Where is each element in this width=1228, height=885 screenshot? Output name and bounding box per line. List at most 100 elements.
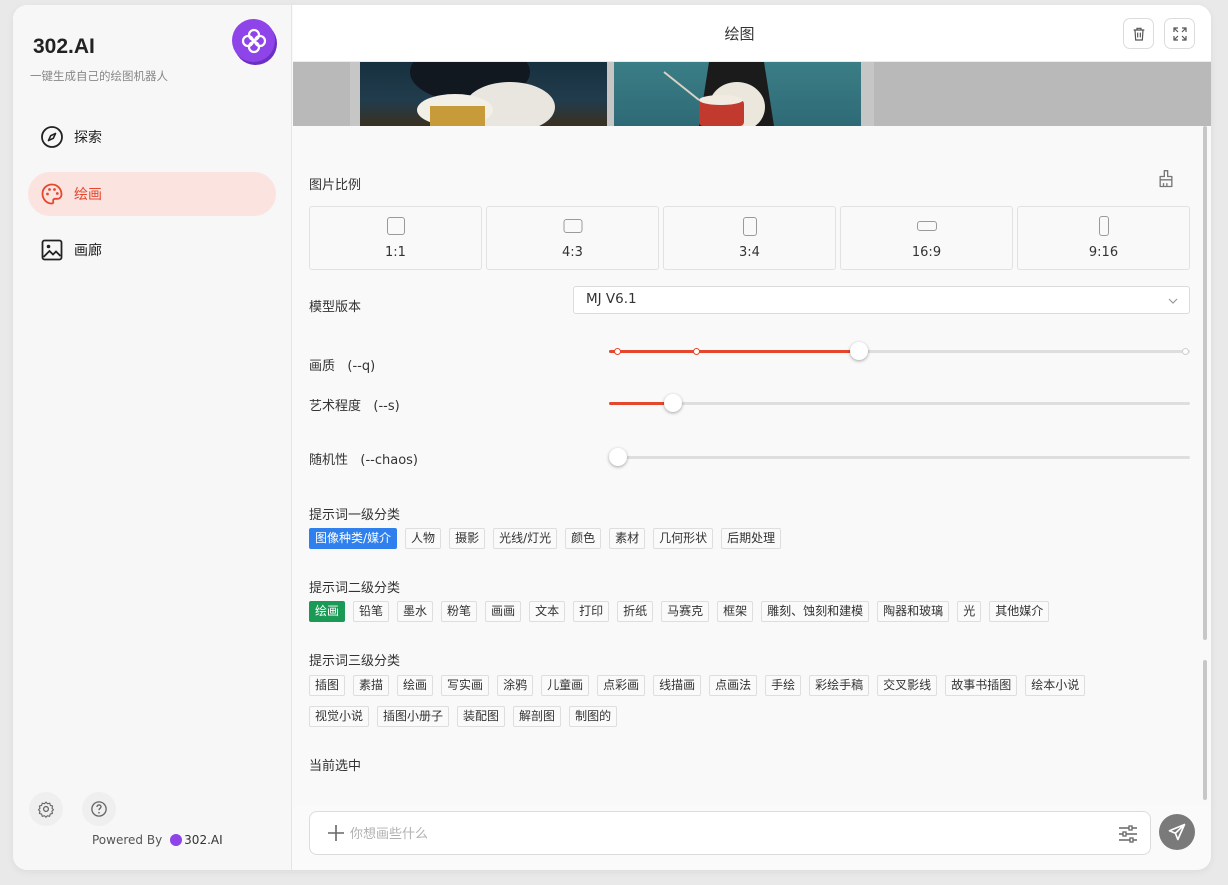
sidebar-item-draw[interactable]: 绘画 — [28, 172, 276, 216]
sidebar-item-gallery[interactable]: 画廊 — [28, 228, 276, 272]
prompt-tag[interactable]: 颜色 — [565, 528, 602, 549]
prompt-tag[interactable]: 制图的 — [569, 706, 618, 727]
prompt-bar — [309, 811, 1151, 855]
level2-tags: 绘画 铅笔 墨水 粉笔 画画 文本 打印 折纸 马赛克 框架 雕刻、蚀刻和建模 陶器和玻璃光其他媒介 — [309, 601, 1199, 622]
prompt-tag[interactable]: 文本 — [529, 601, 566, 622]
prompt-tag[interactable]: 粉笔 — [441, 601, 478, 622]
palette-icon — [40, 182, 64, 206]
plus-icon[interactable] — [327, 824, 345, 842]
slider-handle[interactable] — [849, 342, 868, 360]
prompt-tag[interactable]: 摄影 — [449, 528, 486, 549]
prompt-tag[interactable]: 交叉影线 — [877, 675, 938, 696]
prompt-tag[interactable]: 点画法 — [709, 675, 758, 696]
prompt-tag[interactable]: 插图小册子 — [377, 706, 450, 727]
compass-icon — [40, 125, 64, 149]
sidebar-item-label: 探索 — [74, 130, 102, 146]
tall-ratio-icon — [1098, 216, 1109, 236]
powered-brand[interactable]: 302.AI — [184, 833, 222, 847]
prompt-tag[interactable]: 墨水 — [397, 601, 434, 622]
prompt-tag[interactable]: 写实画 — [441, 675, 490, 696]
model-value: MJ V6.1 — [586, 291, 637, 307]
prompt-tag[interactable]: 涂鸦 — [497, 675, 534, 696]
prompt-tag[interactable]: 人物 — [405, 528, 442, 549]
ratio-option-16-9[interactable]: 16:9 — [840, 206, 1013, 270]
prompt-tag[interactable]: 故事书插图 — [945, 675, 1018, 696]
prompt-tag[interactable]: 马赛克 — [661, 601, 710, 622]
prompt-tag[interactable]: 装配图 — [457, 706, 506, 727]
model-select[interactable]: MJ V6.1 — [573, 286, 1190, 314]
prompt-tag[interactable]: 图像种类/媒介 — [309, 528, 398, 549]
page-title: 绘图 — [724, 25, 755, 43]
mini-logo-icon — [170, 834, 183, 846]
prompt-tag[interactable]: 打印 — [573, 601, 610, 622]
prompt-tag[interactable]: 陶器和玻璃 — [877, 601, 950, 622]
expand-icon — [1172, 26, 1187, 41]
chaos-slider[interactable] — [609, 447, 1190, 467]
prompt-tag[interactable]: 铅笔 — [353, 601, 390, 622]
gear-icon — [37, 801, 55, 818]
send-button[interactable] — [1159, 814, 1195, 850]
generated-image[interactable] — [614, 62, 861, 126]
prompt-input[interactable] — [350, 823, 1090, 845]
prompt-tag[interactable]: 手绘 — [765, 675, 802, 696]
slider-handle[interactable] — [609, 448, 627, 466]
sidebar-item-explore[interactable]: 探索 — [28, 115, 276, 159]
ratio-option-4-3[interactable]: 4:3 — [486, 206, 659, 270]
image-gallery — [293, 62, 1211, 126]
prompt-tag[interactable]: 绘画 — [397, 675, 434, 696]
header: 绘图 — [293, 5, 1211, 62]
help-button[interactable] — [82, 792, 116, 826]
level1-label: 提示词一级分类 — [309, 508, 401, 523]
settings-button[interactable] — [29, 792, 63, 826]
prompt-tag[interactable]: 后期处理 — [721, 528, 782, 549]
ratio-option-9-16[interactable]: 9:16 — [1017, 206, 1190, 270]
prompt-tag[interactable]: 绘本小说 — [1025, 675, 1086, 696]
prompt-tag[interactable]: 彩绘手稿 — [809, 675, 870, 696]
sliders-icon[interactable] — [1118, 824, 1138, 844]
stylize-slider[interactable] — [609, 393, 1190, 413]
send-icon — [1168, 823, 1186, 841]
prompt-tag[interactable]: 线描画 — [653, 675, 702, 696]
wide-ratio-icon — [916, 221, 937, 231]
prompt-tag[interactable]: 绘画 — [309, 601, 346, 622]
prompt-tag[interactable]: 素描 — [353, 675, 390, 696]
clear-button[interactable] — [1123, 18, 1154, 49]
prompt-tag[interactable]: 点彩画 — [597, 675, 646, 696]
reset-button[interactable] — [1156, 169, 1176, 189]
scrollbar-lower[interactable] — [1203, 660, 1207, 800]
settings-panel: 图片比例 1:1 4:3 3:4 16:9 9:16 模型版本 MJ V6.1 … — [293, 126, 1211, 806]
selected-label: 当前选中 — [309, 759, 362, 774]
prompt-tag[interactable]: 儿童画 — [541, 675, 590, 696]
prompt-tag[interactable]: 素材 — [609, 528, 646, 549]
sidebar-item-label: 绘画 — [74, 187, 102, 203]
level1-tags: 图像种类/媒介 人物 摄影 光线/灯光 颜色 素材 几何形状 后期处理 — [309, 528, 1199, 549]
slider-handle[interactable] — [663, 394, 682, 412]
prompt-tag[interactable]: 画画 — [485, 601, 522, 622]
scrollbar[interactable] — [1203, 126, 1207, 640]
brand-name: 302.AI — [33, 35, 95, 58]
prompt-tag[interactable]: 解剖图 — [513, 706, 562, 727]
fullscreen-button[interactable] — [1164, 18, 1195, 49]
brand-logo-icon — [232, 19, 275, 62]
main-area: 绘图 图片比例 1:1 4:3 3:4 16:9 9:16 模型版本 MJ V6… — [293, 5, 1211, 870]
prompt-tag[interactable]: 雕刻、蚀刻和建模 — [761, 601, 870, 622]
prompt-tag[interactable]: 光 — [957, 601, 982, 622]
generated-image[interactable] — [360, 62, 607, 126]
prompt-tag[interactable]: 框架 — [717, 601, 754, 622]
app-window: 302.AI 一键生成自己的绘图机器人 探索 绘画 画廊 Powered By … — [13, 5, 1211, 870]
ratio-text: 3:4 — [739, 245, 760, 260]
ratio-option-3-4[interactable]: 3:4 — [663, 206, 836, 270]
powered-by: Powered By 302.AI — [92, 833, 223, 847]
ratio-option-1-1[interactable]: 1:1 — [309, 206, 482, 270]
model-label: 模型版本 — [309, 300, 362, 315]
brand-subtitle: 一键生成自己的绘图机器人 — [30, 69, 168, 83]
prompt-tag[interactable]: 光线/灯光 — [493, 528, 558, 549]
prompt-tag[interactable]: 其他媒介 — [989, 601, 1050, 622]
image-icon — [40, 238, 64, 262]
quality-slider[interactable] — [609, 341, 1190, 361]
prompt-tag[interactable]: 插图 — [309, 675, 346, 696]
prompt-tag[interactable]: 折纸 — [617, 601, 654, 622]
prompt-tag[interactable]: 几何形状 — [653, 528, 714, 549]
prompt-tag[interactable]: 视觉小说 — [309, 706, 370, 727]
square-ratio-icon — [386, 217, 405, 235]
